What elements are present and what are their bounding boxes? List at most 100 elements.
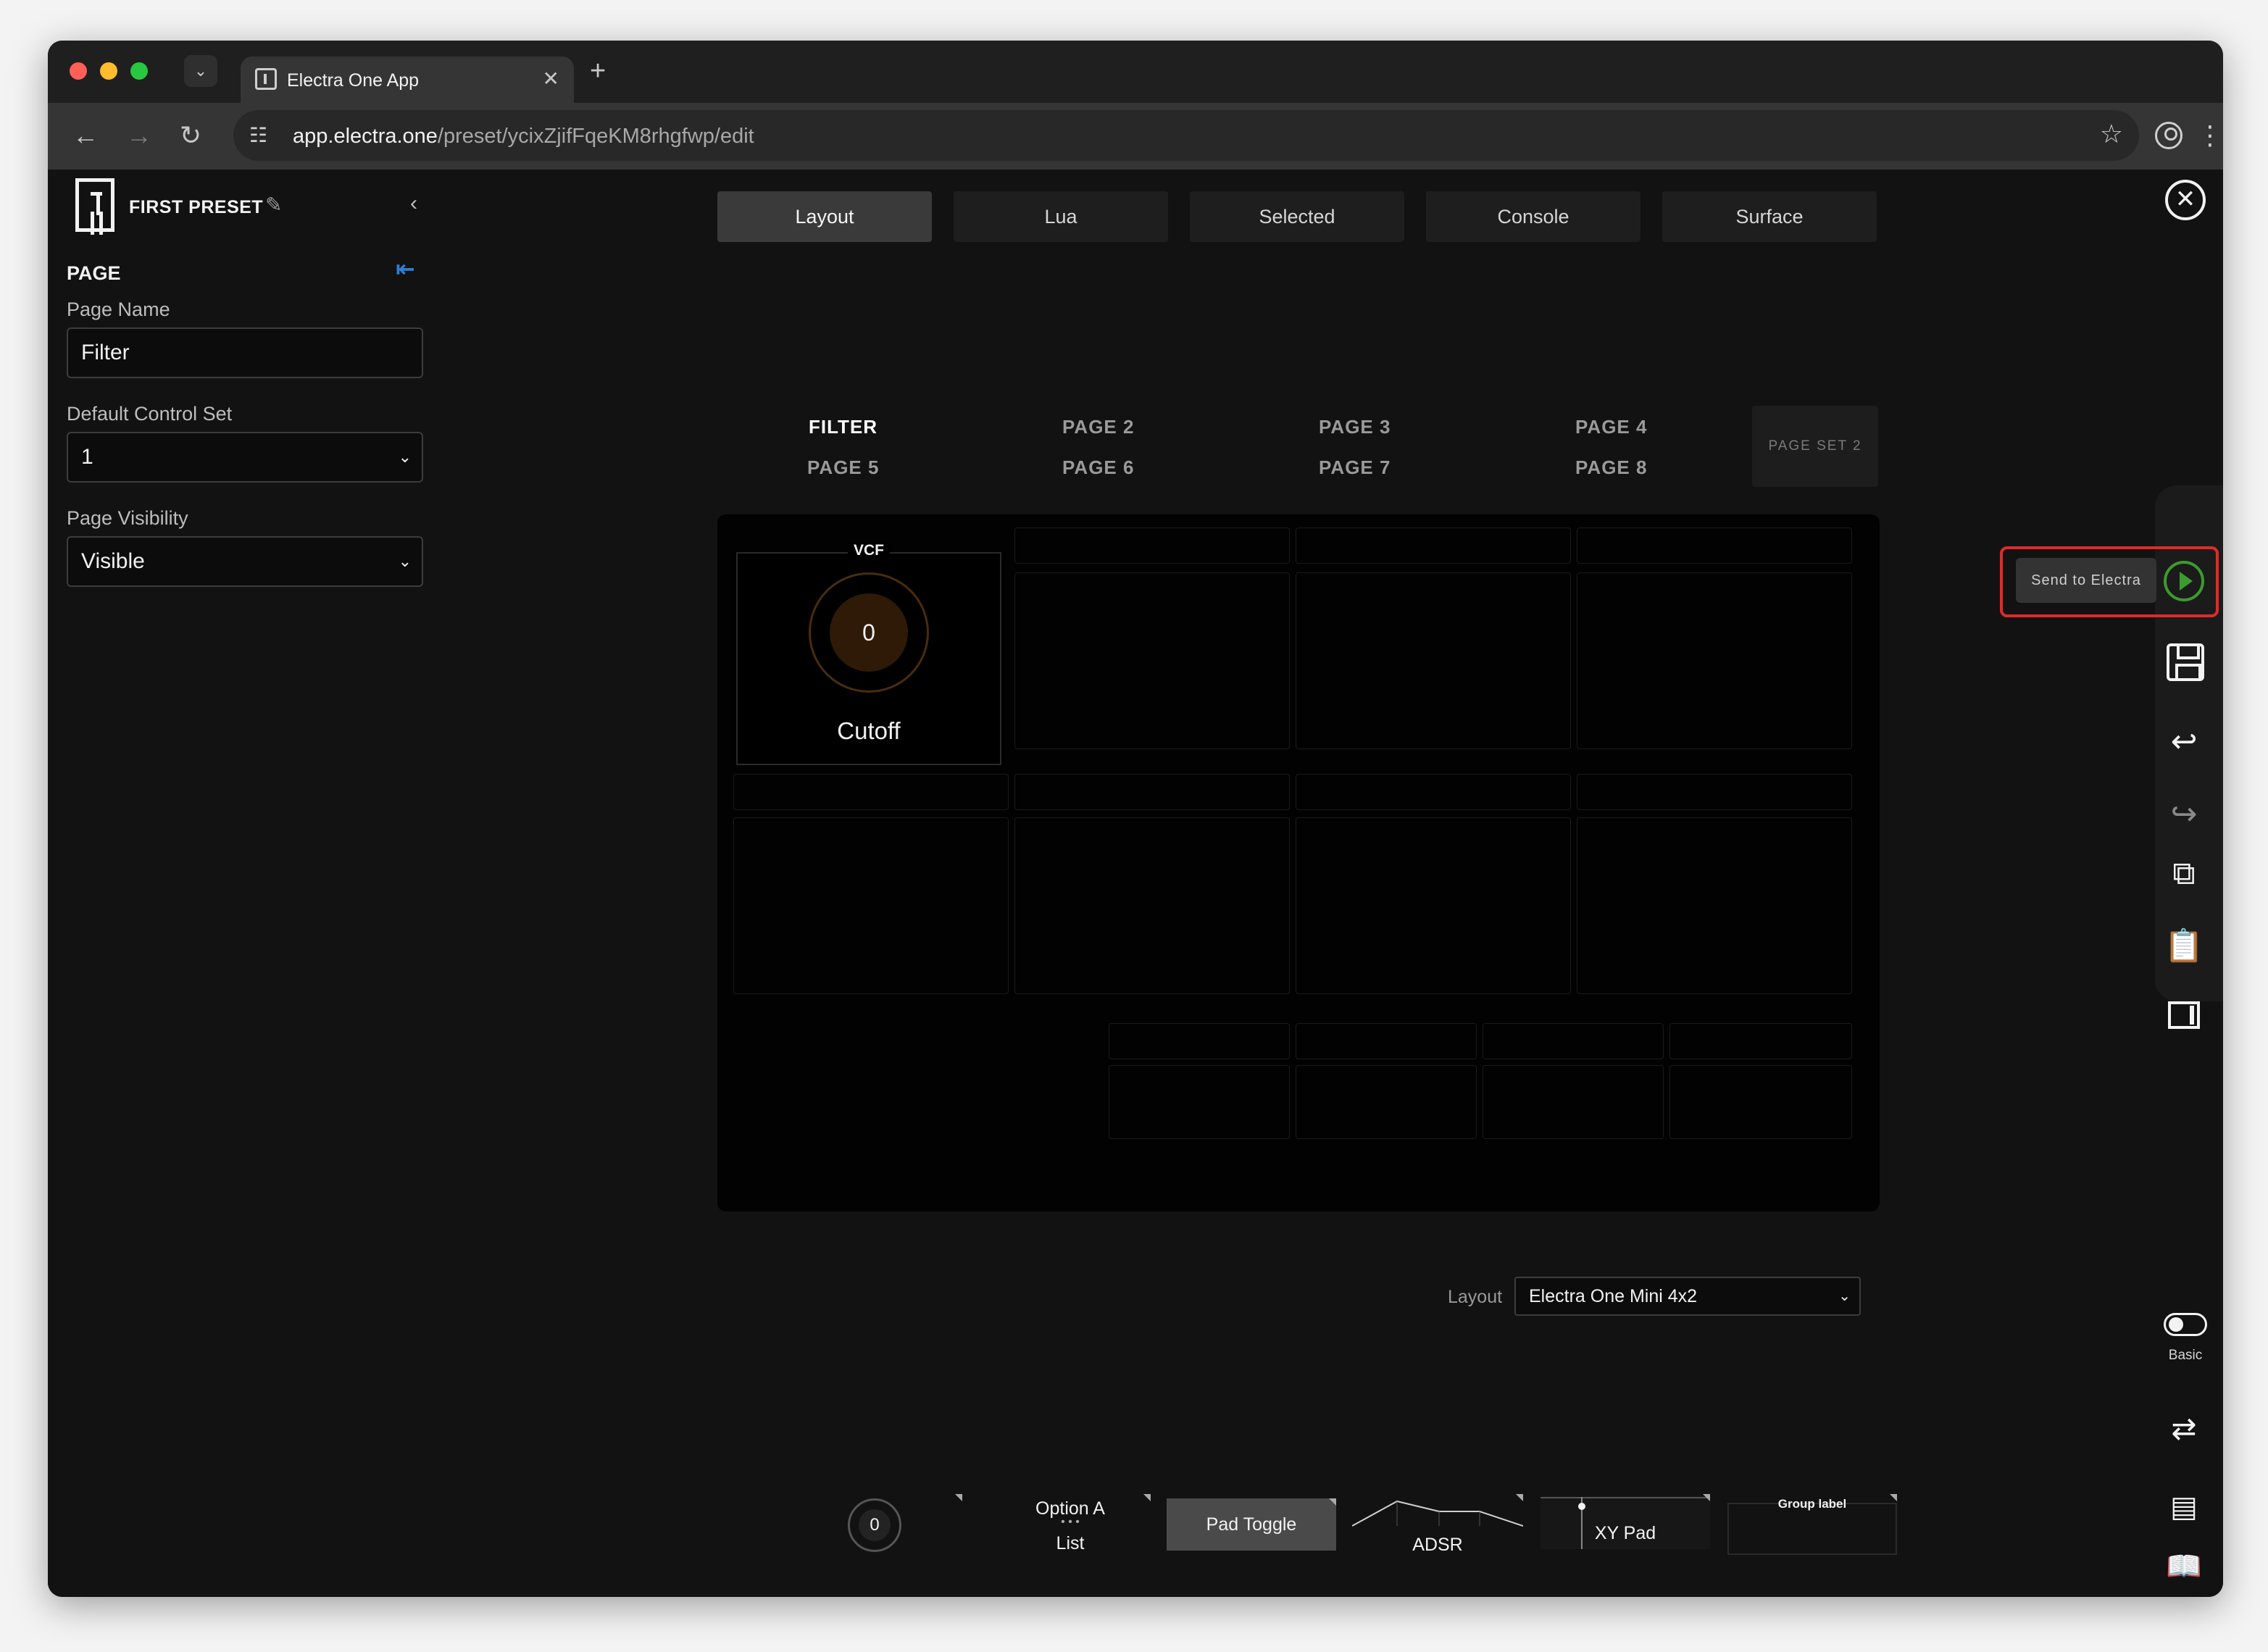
tab-console[interactable]: Console: [1426, 191, 1640, 242]
collapse-sidebar-icon[interactable]: ‹: [410, 191, 417, 216]
tab-lua[interactable]: Lua: [954, 191, 1168, 242]
knob-ring: 0: [848, 1498, 901, 1552]
corner-marker: [1516, 1494, 1523, 1501]
control-slot[interactable]: [1296, 817, 1571, 994]
book-icon[interactable]: 📖: [2164, 1546, 2204, 1587]
palette-group[interactable]: Group label: [1727, 1494, 1897, 1556]
url-input[interactable]: ☷ app.electra.one/preset/ycixZjifFqeKM8r…: [233, 110, 2139, 161]
group-slot[interactable]: [733, 774, 1009, 810]
page-link-7[interactable]: PAGE 7: [1319, 456, 1391, 479]
palette-knob[interactable]: 0: [820, 1494, 962, 1556]
group-slot[interactable]: [1577, 527, 1852, 564]
group-label: Group label: [1777, 1497, 1847, 1511]
undo-icon[interactable]: ↩: [2164, 722, 2204, 762]
group-slot[interactable]: [1109, 1023, 1290, 1059]
palette-adsr[interactable]: ADSR: [1352, 1494, 1523, 1556]
panel-toggle-icon[interactable]: [2168, 1001, 2200, 1029]
group-slot[interactable]: [1577, 774, 1852, 810]
group-slot[interactable]: [1296, 774, 1571, 810]
tab-close-icon[interactable]: ✕: [543, 67, 559, 91]
control-slot[interactable]: [1483, 1065, 1664, 1139]
control-cutoff[interactable]: VCF 0 Cutoff: [736, 542, 1001, 765]
group-label-text: VCF: [848, 542, 890, 559]
group-slot[interactable]: [1296, 527, 1571, 564]
swap-arrows-icon[interactable]: ⇄: [2164, 1409, 2204, 1449]
back-arrow-icon[interactable]: ←: [72, 119, 99, 152]
send-play-icon[interactable]: [2164, 561, 2204, 601]
tab-surface[interactable]: Surface: [1662, 191, 1877, 242]
control-slot[interactable]: [1669, 1065, 1852, 1139]
adsr-label: ADSR: [1412, 1535, 1463, 1555]
page-link-4[interactable]: PAGE 4: [1575, 416, 1647, 438]
tab-layout[interactable]: Layout: [717, 191, 932, 242]
forward-arrow-icon[interactable]: →: [126, 119, 152, 152]
section-title: PAGE: [67, 262, 121, 284]
profile-icon[interactable]: [2155, 122, 2182, 149]
tab-title: Electra One App: [287, 70, 420, 91]
dock-left-icon[interactable]: ⇤: [396, 255, 415, 283]
control-slot[interactable]: [1014, 572, 1290, 749]
group-slot[interactable]: [1483, 1023, 1664, 1059]
knob-ring: 0: [809, 572, 929, 693]
redo-icon[interactable]: ↪: [2164, 794, 2204, 835]
visibility-select[interactable]: Visible ⌄: [67, 536, 423, 587]
list-dots: • • •: [1061, 1516, 1080, 1528]
tab-search-button[interactable]: ⌄: [184, 55, 217, 87]
control-slot[interactable]: [1014, 817, 1290, 994]
corner-marker: [1143, 1494, 1151, 1501]
page-link-5[interactable]: PAGE 5: [807, 456, 879, 479]
window-close-button[interactable]: [70, 62, 87, 80]
control-set-select[interactable]: 1 ⌄: [67, 432, 423, 483]
group-label: VCF: [738, 542, 1000, 559]
layout-value: Electra One Mini 4x2: [1529, 1286, 1698, 1306]
control-slot[interactable]: [1109, 1065, 1290, 1139]
control-set-label: Default Control Set: [67, 403, 233, 425]
edit-pencil-icon[interactable]: ✎: [265, 193, 282, 217]
page-name-input[interactable]: Filter: [67, 328, 423, 378]
page-link-3[interactable]: PAGE 3: [1319, 416, 1391, 438]
new-tab-button[interactable]: +: [590, 54, 606, 88]
window-maximize-button[interactable]: [130, 62, 148, 80]
control-slot[interactable]: [733, 817, 1009, 994]
group-slot[interactable]: [1014, 774, 1290, 810]
preset-canvas[interactable]: VCF 0 Cutoff: [717, 514, 1880, 1211]
palette-xy-pad[interactable]: XY Pad: [1541, 1494, 1710, 1556]
save-icon[interactable]: [2167, 643, 2204, 681]
window-minimize-button[interactable]: [100, 62, 117, 80]
library-icon[interactable]: ▤: [2164, 1487, 2204, 1527]
control-slot[interactable]: [1577, 572, 1852, 749]
browser-menu-icon[interactable]: ⋮: [2197, 119, 2223, 152]
group-slot[interactable]: [1669, 1023, 1852, 1059]
palette-pad-toggle[interactable]: Pad Toggle: [1167, 1498, 1336, 1551]
electra-favicon-icon: [255, 68, 277, 90]
pad-label: Pad Toggle: [1206, 1514, 1297, 1535]
bookmark-star-icon[interactable]: ☆: [2100, 119, 2123, 149]
palette-list[interactable]: Option A • • • List: [990, 1494, 1151, 1556]
page-link-2[interactable]: PAGE 2: [1062, 416, 1134, 438]
page-link-8[interactable]: PAGE 8: [1575, 456, 1647, 479]
close-icon[interactable]: ✕: [2165, 180, 2206, 220]
group-slot[interactable]: [1014, 527, 1290, 564]
page-set-button[interactable]: PAGE SET 2: [1752, 406, 1878, 487]
control-slot[interactable]: [1296, 572, 1571, 749]
tab-selected[interactable]: Selected: [1190, 191, 1404, 242]
browser-tab[interactable]: Electra One App ✕: [241, 57, 574, 103]
group-slot[interactable]: [1296, 1023, 1477, 1059]
corner-marker: [955, 1494, 962, 1501]
page-link-filter[interactable]: FILTER: [809, 416, 877, 438]
site-settings-icon[interactable]: ☷: [249, 123, 267, 147]
control-set-value: 1: [81, 445, 93, 469]
send-tooltip: Send to Electra: [2016, 558, 2156, 603]
xy-handle: [1578, 1503, 1585, 1510]
address-bar: ← → ↻ ☷ app.electra.one/preset/ycixZjifF…: [48, 103, 2223, 170]
layout-select[interactable]: Electra One Mini 4x2 ⌄: [1514, 1277, 1861, 1316]
copy-icon[interactable]: ⧉: [2164, 854, 2204, 894]
mode-toggle[interactable]: [2164, 1313, 2207, 1336]
reload-icon[interactable]: ↻: [180, 119, 201, 152]
control-slot[interactable]: [1577, 817, 1852, 994]
control-slot[interactable]: [1296, 1065, 1477, 1139]
control-name: Cutoff: [837, 717, 901, 744]
electra-logo: [75, 178, 114, 232]
page-link-6[interactable]: PAGE 6: [1062, 456, 1134, 479]
paste-icon[interactable]: 📋: [2164, 926, 2204, 967]
